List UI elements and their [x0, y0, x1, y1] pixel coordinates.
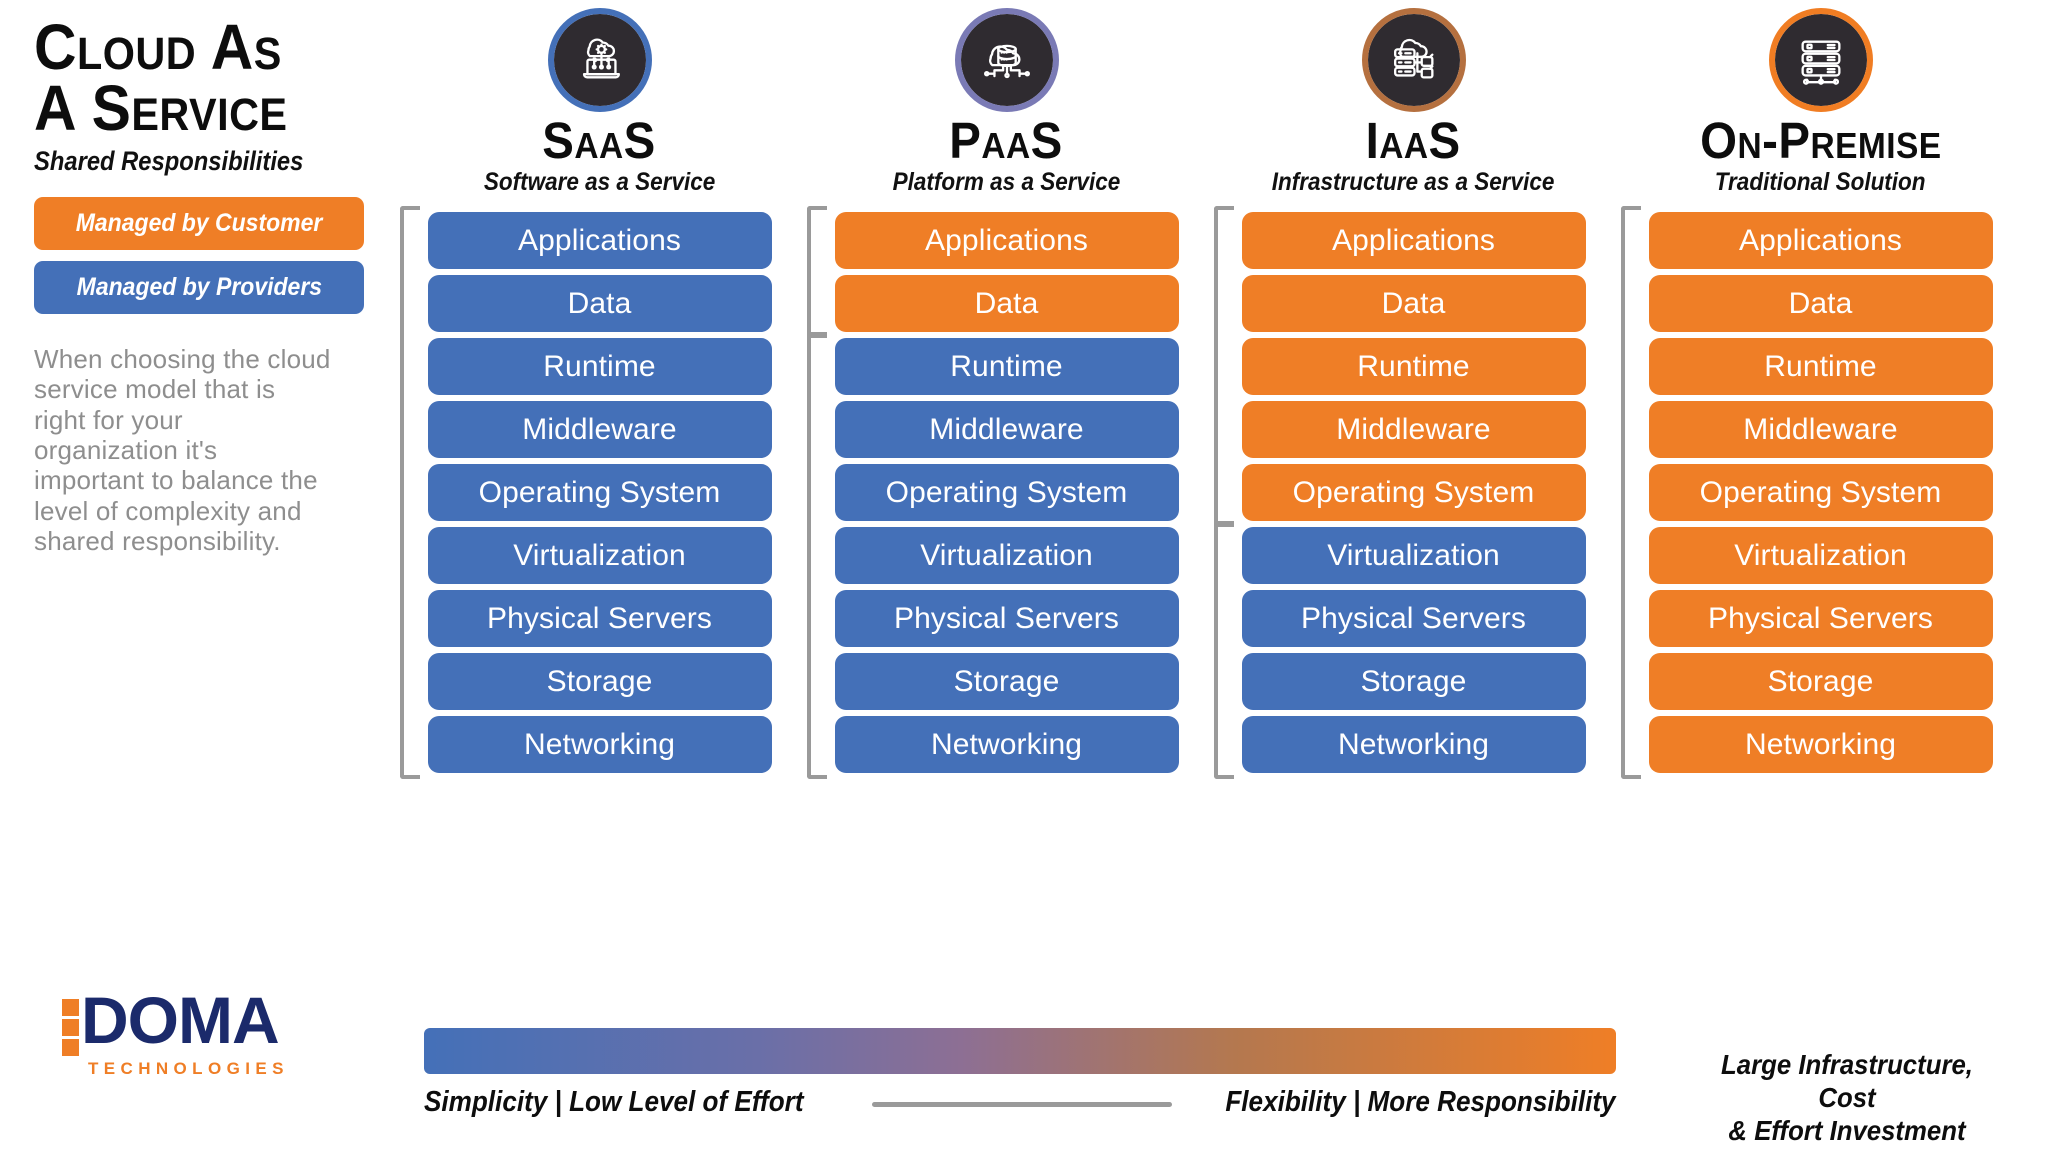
layer-row: Runtime	[427, 338, 772, 395]
page-title-line-2: a Service	[34, 71, 288, 144]
logo-wordmark: DOMA	[81, 983, 280, 1057]
footer-note: Large Infrastructure, Cost & Effort Inve…	[1695, 1048, 1999, 1147]
bracket-managed-by-providers	[399, 206, 420, 779]
legend-item-customer: Managed by Customer	[34, 196, 364, 250]
page-title-line-1: Cloud as	[34, 11, 282, 83]
bracket-managed-by-customer	[1213, 206, 1234, 527]
service-column-on-premise: On-Premise Traditional Solution Applicatio…	[1617, 8, 2024, 1024]
layer-row: Physical Servers	[1648, 590, 1993, 647]
layer-row: Networking	[427, 716, 772, 773]
column-title: SaaS	[542, 112, 657, 169]
logo-tagline: TECHNOLOGIES	[88, 1059, 289, 1078]
service-column-paas: PaaS Platform as a Service Applications Dat…	[803, 8, 1210, 1024]
layer-row: Data	[834, 275, 1179, 332]
layer-row: Runtime	[1648, 338, 1993, 395]
layer-row: Data	[427, 275, 772, 332]
badge-saas	[547, 8, 652, 112]
scale-connector-line	[872, 1102, 1172, 1107]
column-title: IaaS	[1365, 112, 1462, 169]
layer-row: Applications	[427, 212, 772, 269]
layer-row: Storage	[834, 653, 1179, 710]
layer-stack: Applications Data Runtime Middleware Operati…	[1620, 206, 1993, 779]
legend-provider-label: Managed by Providers	[76, 272, 322, 301]
layer-row: Operating System	[1241, 464, 1586, 521]
scale-label-left: Simplicity | Low Level of Effort	[424, 1086, 804, 1118]
layer-stack: Applications Data Runtime Middleware Operati…	[1213, 206, 1586, 779]
layer-row: Storage	[1648, 653, 1993, 710]
layer-row: Applications	[1648, 212, 1993, 269]
layer-stack: Applications Data Runtime Middleware Operati…	[399, 206, 772, 779]
layer-row: Middleware	[834, 401, 1179, 458]
footer-note-line-1: Large Infrastructure, Cost	[1721, 1049, 1973, 1114]
column-title: PaaS	[949, 112, 1064, 169]
scale-label-right: Flexibility | More Responsibility	[1225, 1086, 1616, 1118]
badge-on-premise	[1768, 8, 1873, 112]
layer-row: Physical Servers	[427, 590, 772, 647]
legend-item-provider: Managed by Providers	[34, 260, 364, 314]
layer-row: Middleware	[1241, 401, 1586, 458]
column-subtitle: Infrastructure as a Service	[1272, 168, 1555, 196]
cloud-gear-laptop-icon	[582, 38, 620, 79]
layer-row: Storage	[1241, 653, 1586, 710]
cloud-database-circuit-icon	[983, 44, 1030, 79]
layer-row: Virtualization	[834, 527, 1179, 584]
layer-row: Physical Servers	[1241, 590, 1586, 647]
layer-row: Networking	[1241, 716, 1586, 773]
column-title: On-Premise	[1699, 112, 1942, 169]
column-subtitle: Platform as a Service	[892, 168, 1121, 196]
layer-stack: Applications Data Runtime Middleware Operati…	[806, 206, 1179, 779]
intro-panel: Cloud as a Service Shared Responsibiliti…	[34, 11, 384, 1128]
layer-row: Middleware	[427, 401, 772, 458]
intro-paragraph: When choosing the cloud service model th…	[34, 343, 331, 557]
bracket-managed-by-customer	[1620, 206, 1641, 779]
footer-note-line-2: & Effort Investment	[1728, 1115, 1966, 1147]
layer-row: Storage	[427, 653, 772, 710]
service-model-columns: SaaS Software as a Service Applications Dat…	[396, 8, 2024, 1024]
layer-row: Virtualization	[1648, 527, 1993, 584]
service-column-iaas: IaaS Infrastructure as a Service Applicati…	[1210, 8, 1617, 1024]
service-column-saas: SaaS Software as a Service Applications Dat…	[396, 8, 803, 1024]
layer-row: Virtualization	[427, 527, 772, 584]
badge-paas	[954, 8, 1059, 112]
layer-row: Operating System	[834, 464, 1179, 521]
legend: Managed by Customer Managed by Providers	[34, 196, 384, 314]
legend-customer-label: Managed by Customer	[75, 208, 323, 237]
badge-iaas	[1361, 8, 1466, 112]
doma-logo: DOMA TECHNOLOGIES	[62, 983, 322, 1084]
layer-row: Data	[1241, 275, 1586, 332]
layer-row: Applications	[1241, 212, 1586, 269]
layer-row: Operating System	[1648, 464, 1993, 521]
layer-row: Runtime	[1241, 338, 1586, 395]
logo-squares-icon	[62, 988, 79, 1056]
layer-row: Data	[1648, 275, 1993, 332]
bracket-managed-by-providers	[1213, 521, 1234, 779]
layer-row: Physical Servers	[834, 590, 1179, 647]
layer-row: Operating System	[427, 464, 772, 521]
effort-gradient-bar	[424, 1028, 1616, 1074]
layer-row: Applications	[834, 212, 1179, 269]
page-subtitle: Shared Responsibilities	[34, 145, 304, 176]
layer-row: Runtime	[834, 338, 1179, 395]
layer-row: Networking	[1648, 716, 1993, 773]
column-subtitle: Traditional Solution	[1715, 168, 1926, 196]
layer-row: Middleware	[1648, 401, 1993, 458]
bracket-managed-by-customer	[806, 206, 827, 338]
server-rack-network-icon	[1800, 40, 1841, 85]
layer-row: Virtualization	[1241, 527, 1586, 584]
logo-mark: DOMA	[62, 983, 322, 1057]
column-subtitle: Software as a Service	[483, 168, 716, 196]
layer-row: Networking	[834, 716, 1179, 773]
infographic-page: Cloud as a Service Shared Responsibiliti…	[0, 0, 2048, 1152]
bracket-managed-by-providers	[806, 332, 827, 779]
cloud-server-nodes-icon	[1393, 38, 1434, 79]
